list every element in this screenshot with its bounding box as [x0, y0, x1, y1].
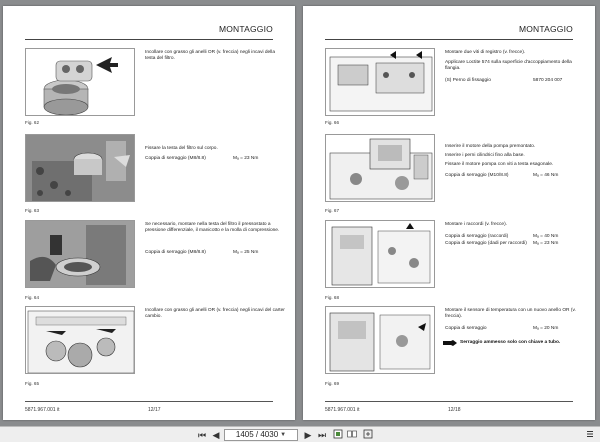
page-header: MONTAGGIO	[218, 24, 273, 34]
pointing-hand-icon	[443, 340, 457, 346]
figure-67-image	[325, 134, 435, 202]
last-page-icon[interactable]: ⏭	[316, 429, 328, 441]
part-number: 5870 204 007	[533, 78, 563, 83]
instruction-text: Montare il sensore di temperatura con un…	[445, 308, 576, 319]
torque-label: Coppia di serraggio	[445, 326, 487, 331]
footer-rule	[325, 401, 573, 402]
figure-label: Fig. 62	[25, 120, 40, 125]
two-page-view-icon[interactable]	[346, 429, 358, 441]
figure-62-image	[25, 48, 135, 116]
menu-icon[interactable]	[584, 429, 596, 441]
previous-page-icon[interactable]: ◀	[210, 429, 222, 441]
figure-65-image	[25, 306, 135, 374]
chevron-down-icon: ▼	[280, 432, 287, 438]
figure-64-image	[25, 220, 135, 288]
instruction-text: Inserire il motore della pompa premontat…	[445, 144, 536, 149]
torque-value: Mₐ = 20 Nm	[533, 326, 559, 331]
figure-68-image	[325, 220, 435, 288]
torque-label: Coppia di serraggio (raccordi)	[445, 234, 509, 239]
navigation-toolbar: ⏮ ◀ 1405 / 4030 ▼ ▶ ⏭	[0, 426, 600, 442]
torque-value: Mₐ = 40 Nm	[533, 234, 559, 239]
torque-value: Mₐ = 23 Nm	[533, 241, 559, 246]
next-page-icon[interactable]: ▶	[302, 429, 314, 441]
torque-value: Mₐ = 46 Nm	[533, 173, 559, 178]
instruction-text: Applicare Loctite 574 sulla superficie d…	[445, 60, 572, 71]
figure-69-image	[325, 306, 435, 374]
part-label: (S) Perno di fissaggio	[445, 78, 491, 83]
instruction-text: Montare i raccordi (v. frecce).	[445, 222, 508, 227]
instruction-text: Fissare la testa del filtro sul corpo.	[145, 146, 218, 151]
figure-label: Fig. 63	[25, 208, 40, 213]
footer-code: 5871.967.001 it	[325, 407, 360, 413]
torque-label: Coppia di serraggio (M10/8.8)	[445, 173, 509, 178]
single-page-view-icon[interactable]	[332, 429, 344, 441]
document-viewer[interactable]: MONTAGGIO Fig. 62 Incollare con grasso g…	[0, 0, 600, 442]
footer-code: 5871.967.001 it	[25, 407, 60, 413]
torque-label: Coppia di serraggio (M8/8.8)	[145, 156, 206, 161]
footer-page-number: 12/18	[448, 407, 461, 413]
torque-label: Coppia di serraggio (dadi per raccordi)	[445, 241, 527, 246]
warning-note: Serraggio ammesso solo con chiave a tubo…	[460, 340, 561, 345]
page-header: MONTAGGIO	[518, 24, 573, 34]
figure-label: Fig. 69	[325, 381, 340, 386]
first-page-icon[interactable]: ⏮	[196, 429, 208, 441]
page-number-input[interactable]: 1405 / 4030 ▼	[224, 429, 298, 441]
figure-label: Fig. 67	[325, 208, 340, 213]
instruction-text: Fissare il motore pompa con viti a testa…	[445, 162, 554, 167]
left-page: MONTAGGIO Fig. 62 Incollare con grasso g…	[3, 6, 295, 420]
instruction-text: Incollare con grasso gli anelli OR (v. f…	[145, 308, 285, 319]
figure-label: Fig. 64	[25, 295, 40, 300]
footer-rule	[25, 401, 273, 402]
instruction-text: Se necessario, montare nella testa del f…	[145, 222, 280, 233]
instruction-text: Incollare con grasso gli anelli OR (v. f…	[145, 50, 276, 61]
header-rule	[325, 39, 573, 40]
figure-label: Fig. 65	[25, 381, 40, 386]
torque-value: Mₐ = 25 Nm	[233, 250, 259, 255]
figure-label: Fig. 68	[325, 295, 340, 300]
instruction-text: Inserire i perni cilindrici fino alla ba…	[445, 153, 525, 158]
figure-66-image	[325, 48, 435, 116]
torque-value: Mₐ = 23 Nm	[233, 156, 259, 161]
torque-label: Coppia di serraggio (M8/8.8)	[145, 250, 206, 255]
footer-page-number: 12/17	[148, 407, 161, 413]
figure-63-image	[25, 134, 135, 202]
header-rule	[25, 39, 273, 40]
right-page: MONTAGGIO Fig. 66 Montare due viti di re…	[303, 6, 595, 420]
page-number-value: 1405 / 4030	[235, 430, 279, 439]
instruction-text: Montare due viti di registro (v. frecce)…	[445, 50, 526, 55]
figure-label: Fig. 66	[325, 120, 340, 125]
fit-page-icon[interactable]	[362, 429, 374, 441]
